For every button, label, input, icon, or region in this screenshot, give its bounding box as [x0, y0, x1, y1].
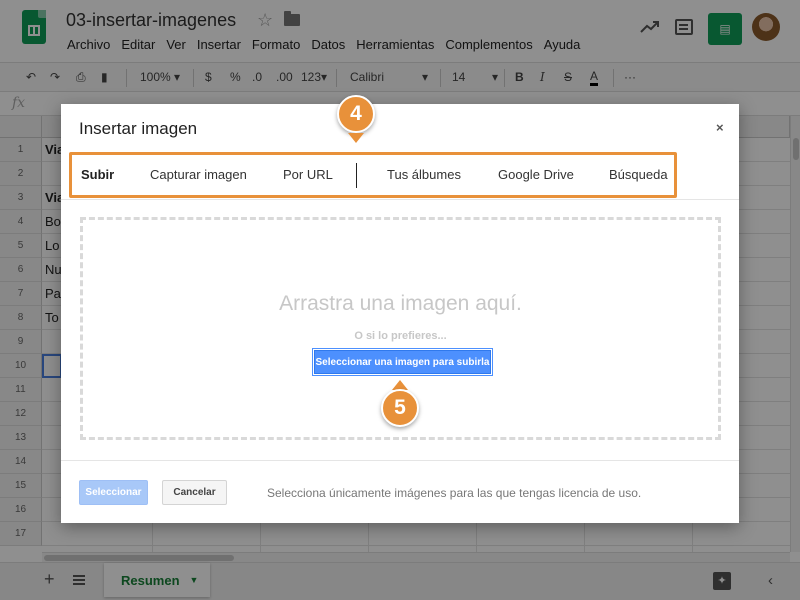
step-4-pointer	[348, 133, 364, 143]
drop-zone-subtext: O si lo prefieres...	[354, 330, 447, 342]
step-4-callout: 4	[337, 95, 375, 133]
insert-image-dialog: Insertar imagen × Subir Capturar imagen …	[61, 104, 739, 523]
select-button[interactable]: Seleccionar	[79, 480, 148, 505]
footer-divider	[61, 460, 739, 461]
close-icon[interactable]: ×	[716, 120, 724, 135]
step-5-callout: 5	[381, 389, 419, 427]
select-image-to-upload-button[interactable]: Seleccionar una imagen para subirla	[314, 350, 491, 374]
drop-zone-heading: Arrastra una imagen aquí.	[279, 292, 522, 315]
license-note: Selecciona únicamente imágenes para las …	[267, 486, 642, 500]
dialog-title: Insertar imagen	[79, 119, 198, 138]
tabs-divider-line	[61, 199, 739, 200]
tabs-highlight-box	[69, 152, 677, 198]
cancel-button[interactable]: Cancelar	[162, 480, 227, 505]
